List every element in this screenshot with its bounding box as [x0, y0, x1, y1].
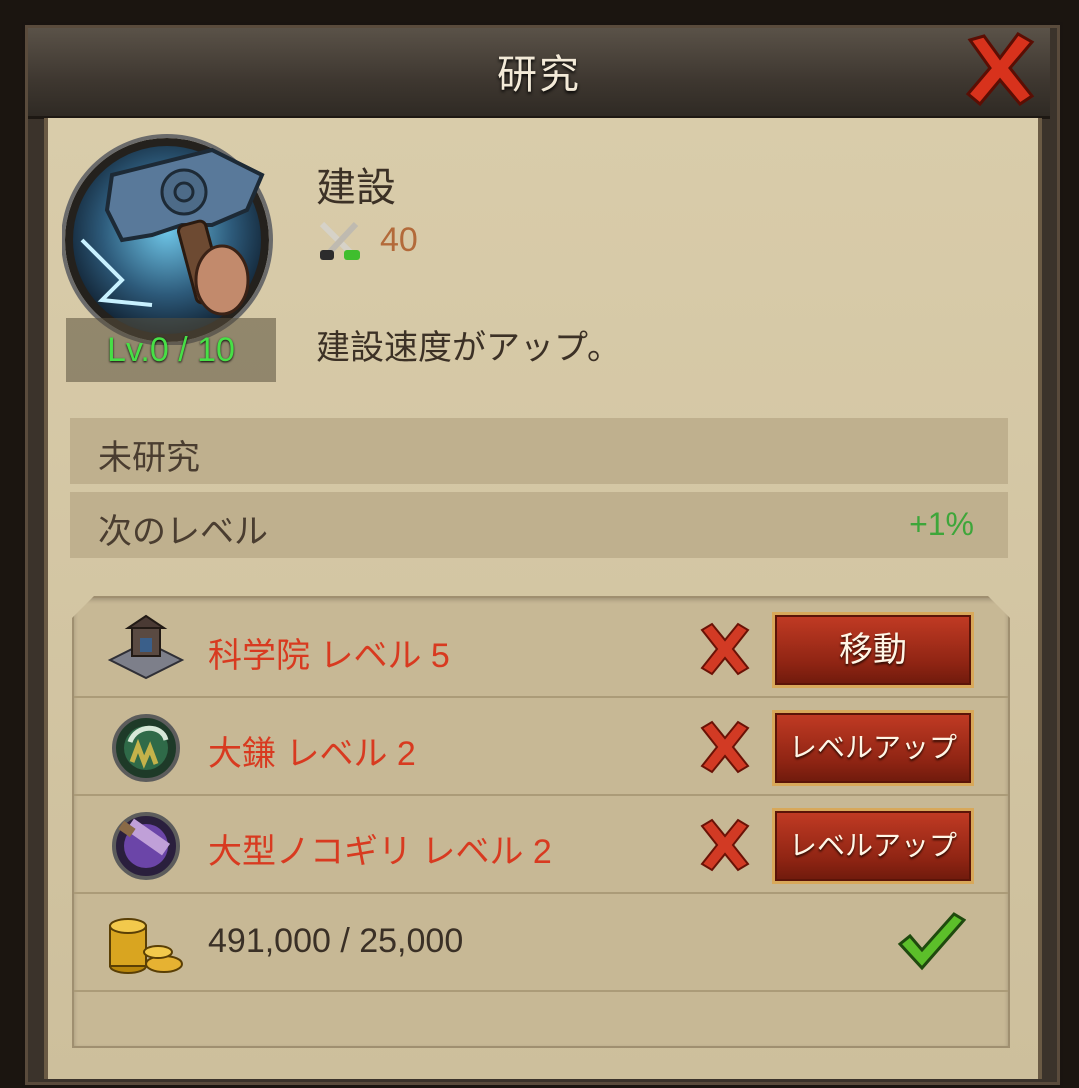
- requirement-row: 大型ノコギリ レベル 2 レベルアップ: [74, 796, 1008, 894]
- requirement-label: 科学院 レベル 5: [208, 637, 450, 675]
- checkmark-icon: [896, 910, 966, 972]
- next-level-value: +1%: [909, 506, 974, 542]
- requirement-row: 科学院 レベル 5 移動: [74, 600, 1008, 698]
- great-saw-research-icon: [106, 810, 186, 880]
- title-bar: 研究: [28, 28, 1050, 119]
- requirements-panel: 科学院 レベル 5 移動 大鎌 レベル 2 レベルアップ 大型ノコギリ レベル …: [72, 596, 1010, 1048]
- close-button[interactable]: [962, 30, 1038, 108]
- level-up-button[interactable]: レベルアップ: [772, 710, 974, 786]
- gold-coins-icon: [106, 908, 186, 978]
- unmet-x-icon: [698, 818, 752, 872]
- research-status: 未研究: [98, 438, 200, 478]
- next-level-label: 次のレベル: [98, 512, 268, 552]
- requirement-label: 大鎌 レベル 2: [208, 735, 416, 773]
- crossed-swords-icon: [319, 221, 360, 260]
- next-level-row: 次のレベル +1%: [70, 492, 1008, 558]
- research-name: 建設: [316, 165, 396, 211]
- academy-building-icon: [106, 614, 186, 684]
- research-icon: [61, 130, 277, 346]
- requirement-label: 大型ノコギリ レベル 2: [208, 833, 552, 871]
- gold-cost: 491,000 / 25,000: [208, 922, 464, 960]
- unmet-x-icon: [698, 720, 752, 774]
- scythe-research-icon: [106, 712, 186, 782]
- close-icon: [965, 32, 1035, 107]
- level-up-button[interactable]: レベルアップ: [772, 808, 974, 884]
- unmet-x-icon: [698, 622, 752, 676]
- research-level: Lv.0 / 10: [66, 318, 276, 382]
- research-description: 建設速度がアップ。: [316, 328, 621, 368]
- hammer-icon: [61, 134, 273, 346]
- cost-row: 491,000 / 25,000: [74, 894, 1008, 992]
- requirement-row: 大鎌 レベル 2 レベルアップ: [74, 698, 1008, 796]
- research-power: 40: [380, 221, 418, 259]
- research-status-row: 未研究: [70, 418, 1008, 484]
- window-title: 研究: [497, 52, 581, 98]
- go-button[interactable]: 移動: [772, 612, 974, 688]
